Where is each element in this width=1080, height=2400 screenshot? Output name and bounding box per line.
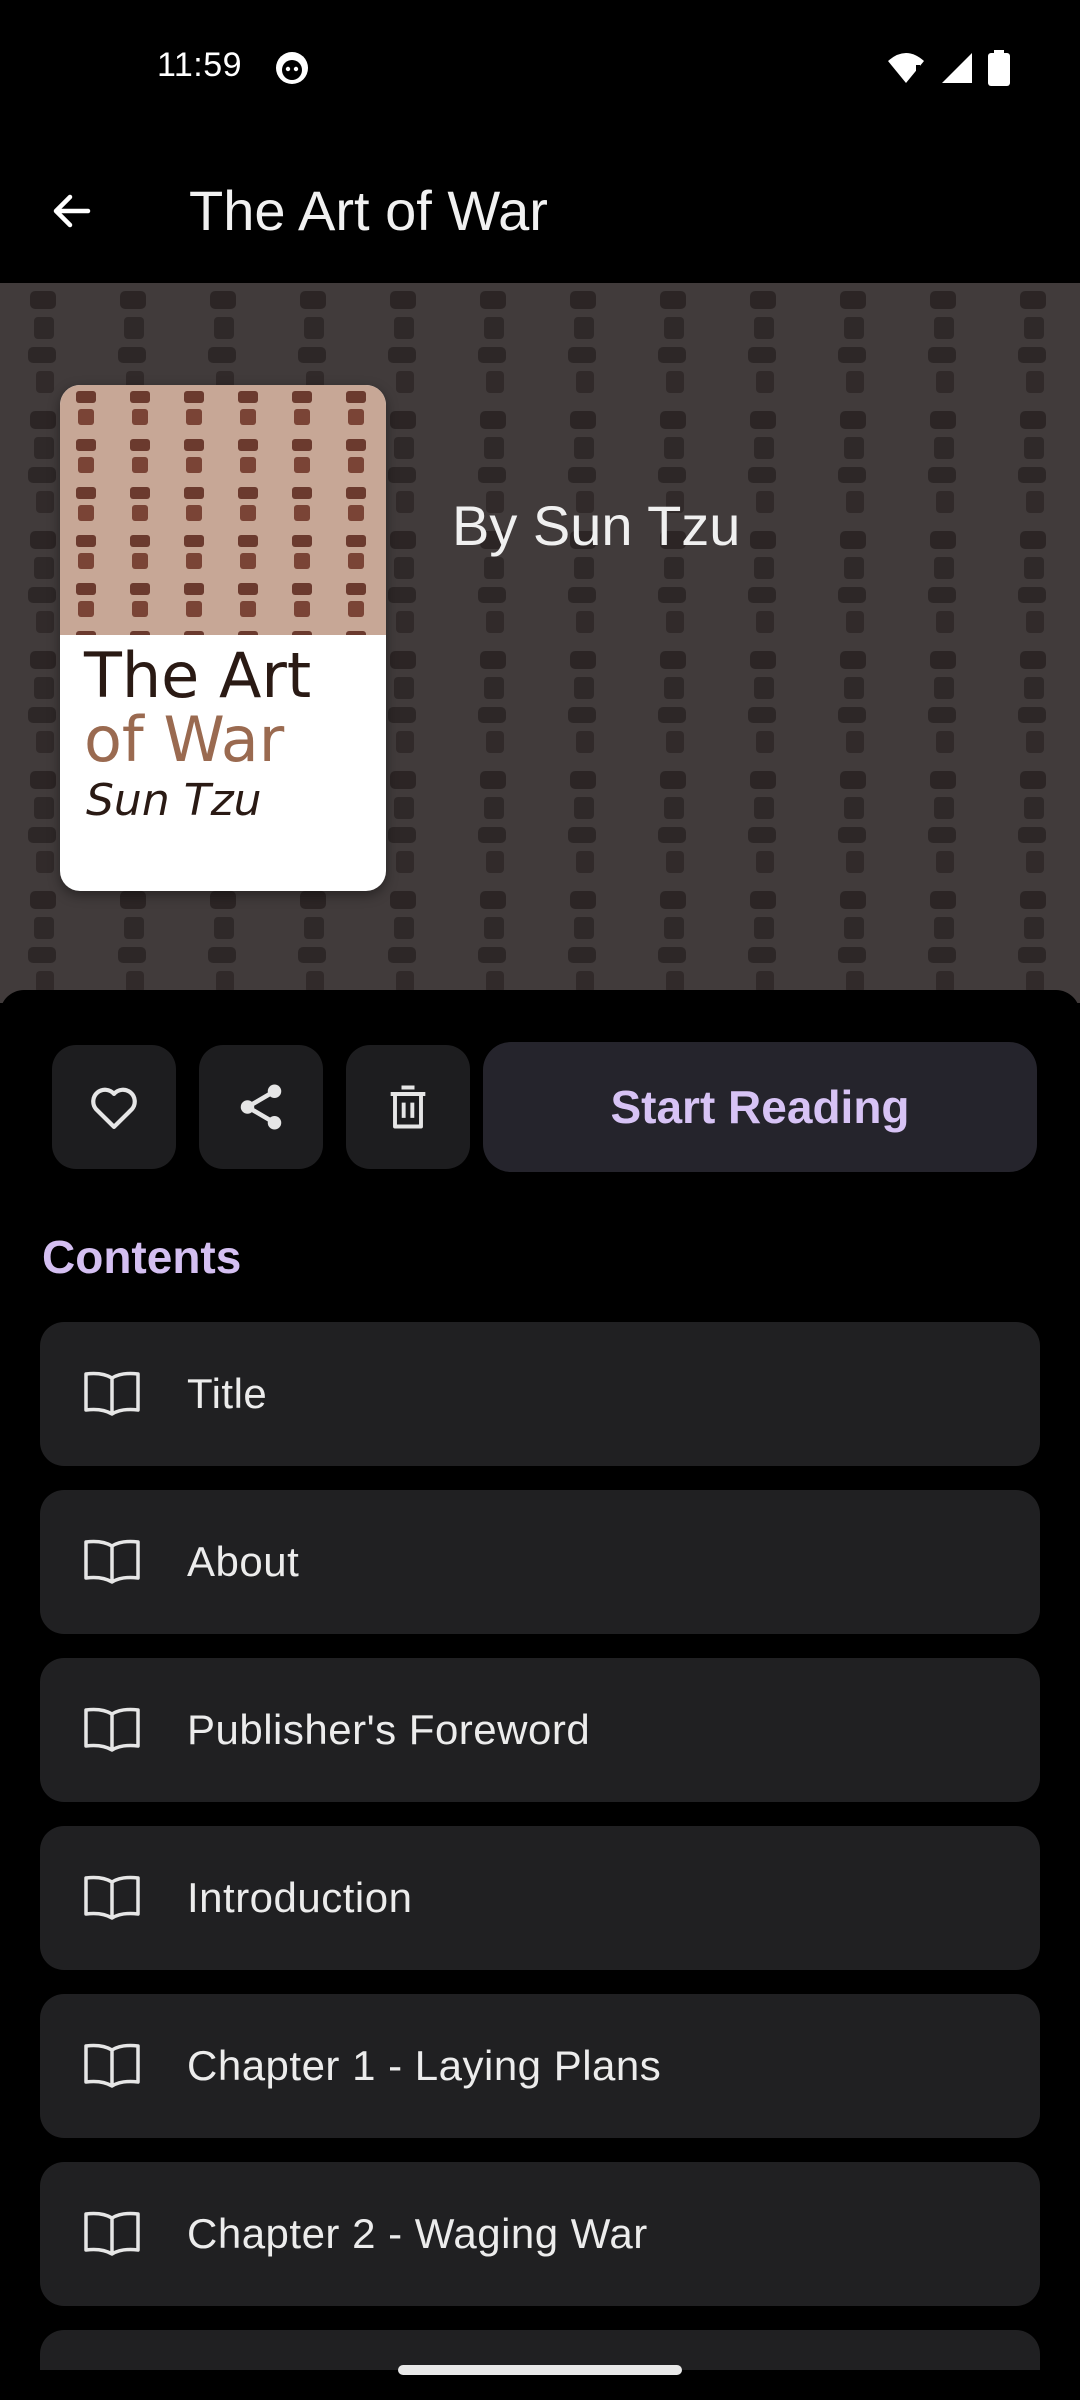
book-open-icon: [84, 2043, 140, 2088]
delete-button[interactable]: [346, 1045, 470, 1169]
share-button[interactable]: [199, 1045, 323, 1169]
toc-item-label: Chapter 1 - Laying Plans: [187, 2042, 662, 2089]
book-cover: The Art of War Sun Tzu: [60, 385, 386, 891]
book-open-icon: [84, 2211, 140, 2256]
details-sheet: Start Reading Contents Title About Publi…: [0, 990, 1080, 2400]
toc-item-partial[interactable]: [40, 2330, 1040, 2370]
book-open-icon: [84, 1707, 140, 1752]
contents-heading: Contents: [42, 1231, 242, 1283]
book-open-icon: [84, 1875, 140, 1920]
toc-item-label: Chapter 2 - Waging War: [187, 2210, 648, 2257]
toc-item-about[interactable]: About: [40, 1490, 1040, 1634]
book-open-icon: [84, 1371, 140, 1416]
cover-title-line2: of War: [84, 703, 285, 776]
heart-icon: [91, 1087, 137, 1129]
page-title: The Art of War: [189, 179, 548, 242]
status-time: 11:59: [157, 46, 243, 84]
signal-icon: [942, 53, 972, 83]
share-icon: [240, 1084, 282, 1130]
start-reading-button[interactable]: Start Reading: [483, 1042, 1037, 1172]
toc-item-label: About: [187, 1538, 300, 1585]
toc-item-title[interactable]: Title: [40, 1322, 1040, 1466]
favorite-button[interactable]: [52, 1045, 176, 1169]
status-icons: [886, 48, 1010, 88]
book-author: By Sun Tzu: [452, 494, 741, 557]
trash-icon: [390, 1085, 426, 1129]
cover-calligraphy-art: [60, 385, 386, 635]
toc-item-chapter-2[interactable]: Chapter 2 - Waging War: [40, 2162, 1040, 2306]
arrow-back-icon: [53, 194, 91, 228]
toc-item-label: Introduction: [187, 1874, 413, 1921]
battery-icon: [988, 50, 1010, 86]
wifi-icon: [888, 53, 924, 83]
toc-item-label: Publisher's Foreword: [187, 1706, 591, 1753]
toc-item-chapter-1[interactable]: Chapter 1 - Laying Plans: [40, 1994, 1040, 2138]
toc-item-publishers-foreword[interactable]: Publisher's Foreword: [40, 1658, 1040, 1802]
status-bar: 11:59: [0, 0, 1080, 135]
cover-title-line1: The Art: [84, 639, 312, 712]
app-bar: The Art of War: [0, 135, 1080, 283]
notification-app-icon: [276, 52, 308, 84]
book-open-icon: [84, 1539, 140, 1584]
hero-banner: The Art of War Sun Tzu By Sun Tzu: [0, 283, 1080, 1003]
toc-item-label: Title: [187, 1370, 268, 1417]
cover-author: Sun Tzu: [86, 775, 262, 826]
back-button[interactable]: [36, 175, 108, 247]
toc-item-introduction[interactable]: Introduction: [40, 1826, 1040, 1970]
home-indicator[interactable]: [398, 2365, 682, 2375]
